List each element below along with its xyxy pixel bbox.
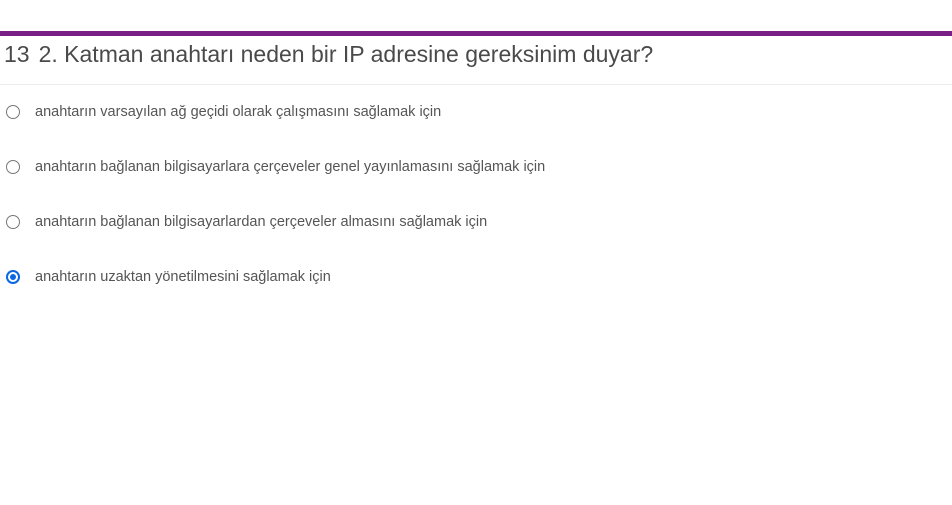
answer-option-label: anahtarın varsayılan ağ geçidi olarak ça…	[35, 104, 442, 120]
answer-option-label: anahtarın bağlanan bilgisayarlardan çerç…	[35, 214, 488, 230]
radio-button[interactable]	[6, 215, 20, 229]
radio-button[interactable]	[6, 105, 20, 119]
quiz-page: 13 2. Katman anahtarı neden bir IP adresi…	[0, 0, 952, 505]
question-number: 13	[4, 41, 30, 67]
answer-option-label: anahtarın uzaktan yönetilmesini sağlamak…	[35, 269, 331, 285]
question-header: 13 2. Katman anahtarı neden bir IP adresi…	[4, 41, 653, 67]
radio-button[interactable]	[6, 270, 20, 284]
accent-bar	[0, 31, 952, 36]
answer-option-3[interactable]: anahtarın bağlanan bilgisayarlardan çerç…	[6, 212, 487, 232]
radio-button[interactable]	[6, 160, 20, 174]
answer-option-4[interactable]: anahtarın uzaktan yönetilmesini sağlamak…	[6, 267, 331, 287]
divider	[0, 84, 952, 85]
answer-option-1[interactable]: anahtarın varsayılan ağ geçidi olarak ça…	[6, 102, 441, 122]
question-text: 2. Katman anahtarı neden bir IP adresine…	[38, 41, 654, 67]
answer-option-2[interactable]: anahtarın bağlanan bilgisayarlara çerçev…	[6, 157, 545, 177]
answer-option-label: anahtarın bağlanan bilgisayarlara çerçev…	[35, 159, 546, 175]
